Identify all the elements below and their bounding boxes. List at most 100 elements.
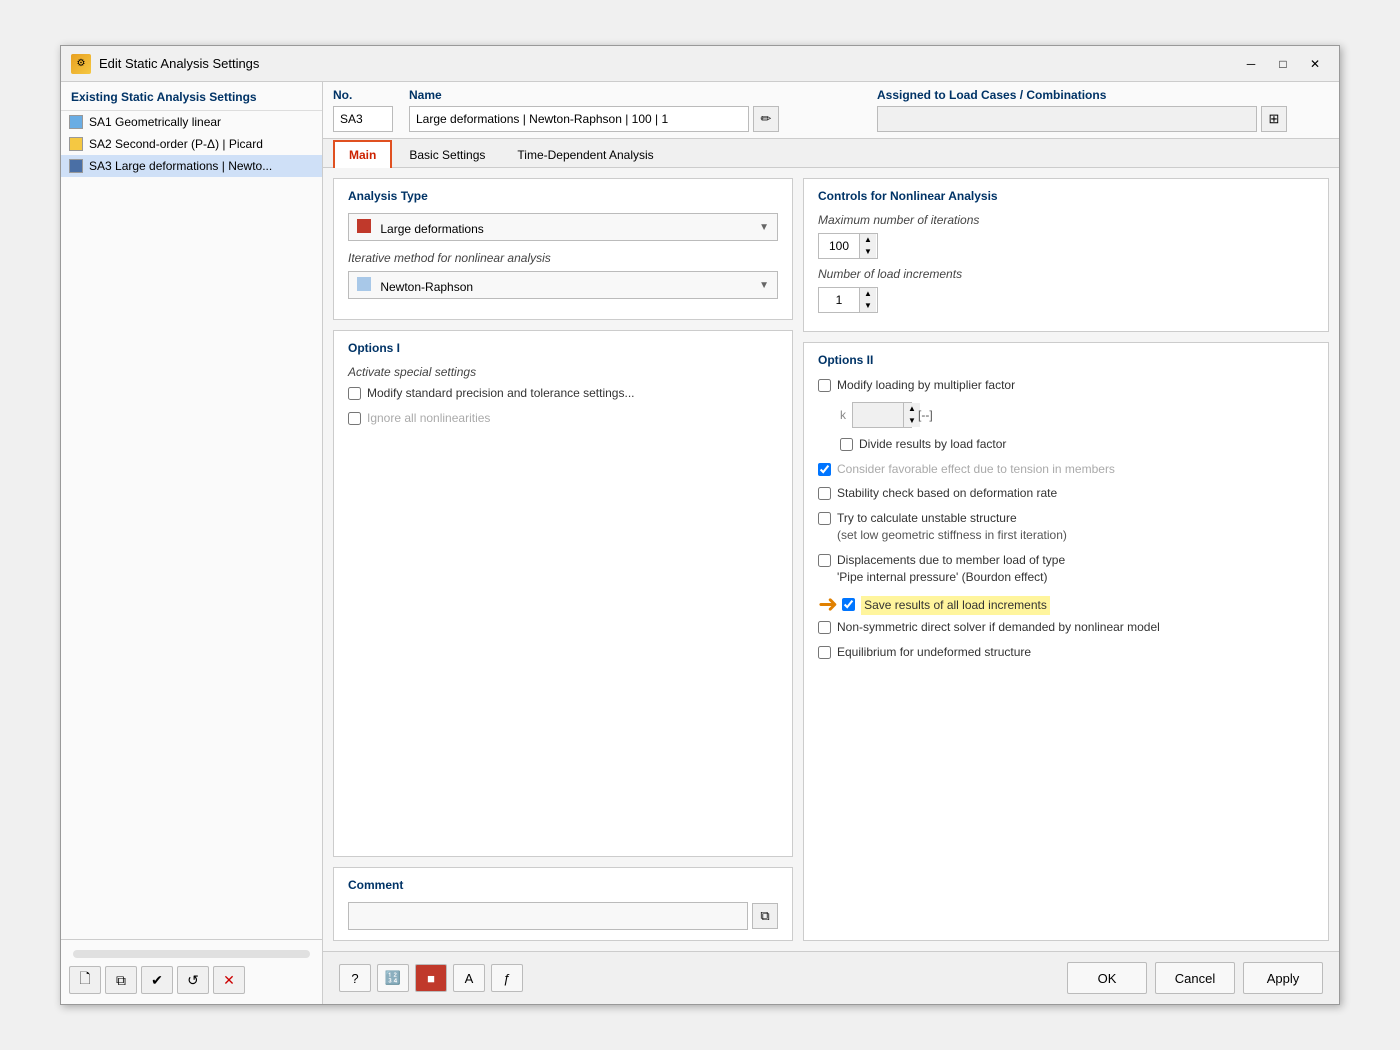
comment-input[interactable] [348,902,748,930]
modify-loading-checkbox[interactable] [818,379,831,392]
no-input[interactable] [333,106,393,132]
tab-main[interactable]: Main [333,140,392,168]
sa1-color-indicator [69,115,83,129]
iterative-dropdown-row: Newton-Raphson ▼ [348,271,778,299]
param-button[interactable]: A [453,964,485,992]
app-icon: ⚙ [71,54,91,74]
num-increments-down-button[interactable]: ▼ [860,300,876,312]
equilibrium-checkbox[interactable] [818,646,831,659]
help-button[interactable]: ? [339,964,371,992]
max-iterations-down-button[interactable]: ▼ [860,246,876,258]
sidebar-item-label-sa2: SA2 Second-order (P-Δ) | Picard [89,137,263,151]
k-unit: [--] [918,408,933,422]
k-input[interactable] [853,406,903,424]
formula-button[interactable]: ƒ [491,964,523,992]
favorable-checkbox[interactable] [818,463,831,476]
k-spinbox[interactable]: ▲ ▼ [852,402,912,428]
right-panel: No. Name ✏ Assigned to Load Cases / Comb… [323,82,1339,1004]
num-increments-spinbox-btns: ▲ ▼ [859,288,876,312]
apply-button[interactable]: Apply [1243,962,1323,994]
minimize-button[interactable]: ─ [1237,52,1265,76]
stability-checkbox[interactable] [818,487,831,500]
refresh-button[interactable]: ↺ [177,966,209,994]
analysis-type-color-indicator [357,219,371,233]
edit-name-button[interactable]: ✏ [753,106,779,132]
analysis-type-panel: Analysis Type Large deformations ▼ Itera… [333,178,793,320]
num-increments-spinbox[interactable]: ▲ ▼ [818,287,878,313]
footer-tools: ? 🔢 ■ A ƒ [339,964,523,992]
options2-panel: Options II Modify loading by multiplier … [803,342,1329,941]
equilibrium-row: Equilibrium for undeformed structure [818,644,1314,661]
new-item-button[interactable]: 🗋 [69,966,101,994]
no-label: No. [333,88,393,102]
controls-title: Controls for Nonlinear Analysis [818,189,1314,203]
calc-button[interactable]: 🔢 [377,964,409,992]
max-iterations-spinbox-btns: ▲ ▼ [859,234,876,258]
name-label: Name [409,88,861,102]
maximize-button[interactable]: □ [1269,52,1297,76]
sidebar-item-sa2[interactable]: SA2 Second-order (P-Δ) | Picard [61,133,322,155]
analysis-type-dropdown-row: Large deformations ▼ [348,213,778,241]
ignore-row: Ignore all nonlinearities [348,410,778,427]
window-title: Edit Static Analysis Settings [99,56,259,71]
k-label: k [840,408,846,422]
title-bar: ⚙ Edit Static Analysis Settings ─ □ ✕ [61,46,1339,82]
max-iterations-row: ▲ ▼ [818,233,1314,259]
delete-button[interactable]: ✕ [213,966,245,994]
name-group: Name ✏ [409,88,861,132]
analysis-type-dropdown[interactable]: Large deformations ▼ [348,213,778,241]
info-button[interactable]: ■ [415,964,447,992]
main-window: ⚙ Edit Static Analysis Settings ─ □ ✕ Ex… [60,45,1340,1005]
check-button[interactable]: ✔ [141,966,173,994]
assigned-group: Assigned to Load Cases / Combinations ⊞ [877,88,1329,132]
try-calculate-checkbox[interactable] [818,512,831,525]
activate-label: Activate special settings [348,365,778,379]
max-iterations-spinbox[interactable]: ▲ ▼ [818,233,878,259]
tab-basic[interactable]: Basic Settings [394,141,500,168]
footer: ? 🔢 ■ A ƒ OK Cancel Apply [323,951,1339,1004]
name-input-row: ✏ [409,106,861,132]
divide-results-checkbox[interactable] [840,438,853,451]
orange-arrow-icon: ➜ [818,593,838,617]
sidebar-item-label-sa1: SA1 Geometrically linear [89,115,221,129]
assigned-label: Assigned to Load Cases / Combinations [877,88,1329,102]
iterative-label: Iterative method for nonlinear analysis [348,251,778,265]
iterative-value: Newton-Raphson [357,277,473,294]
cancel-button[interactable]: Cancel [1155,962,1235,994]
comment-browse-button[interactable]: ⧉ [752,903,778,929]
max-iterations-up-button[interactable]: ▲ [860,234,876,246]
num-increments-input[interactable] [819,291,859,309]
no-group: No. [333,88,393,132]
sidebar-scrollbar[interactable] [73,950,310,958]
ignore-checkbox[interactable] [348,412,361,425]
copy-item-button[interactable]: ⧉ [105,966,137,994]
stability-label: Stability check based on deformation rat… [837,485,1057,502]
close-button[interactable]: ✕ [1301,52,1329,76]
equilibrium-label: Equilibrium for undeformed structure [837,644,1031,661]
top-form: No. Name ✏ Assigned to Load Cases / Comb… [323,82,1339,139]
iterative-dropdown[interactable]: Newton-Raphson ▼ [348,271,778,299]
sidebar-item-sa3[interactable]: SA3 Large deformations | Newto... [61,155,322,177]
assigned-row: ⊞ [877,106,1329,132]
nonsymmetric-row: Non-symmetric direct solver if demanded … [818,619,1314,636]
title-controls: ─ □ ✕ [1237,52,1329,76]
modify-precision-checkbox[interactable] [348,387,361,400]
sa2-color-indicator [69,137,83,151]
panels-row: Analysis Type Large deformations ▼ Itera… [323,168,1339,951]
sidebar-item-sa1[interactable]: SA1 Geometrically linear [61,111,322,133]
assigned-browse-button[interactable]: ⊞ [1261,106,1287,132]
modify-precision-label: Modify standard precision and tolerance … [367,385,634,402]
comment-panel: Comment ⧉ [333,867,793,941]
options1-panel: Options I Activate special settings Modi… [333,330,793,857]
nonsymmetric-checkbox[interactable] [818,621,831,634]
displacements-checkbox[interactable] [818,554,831,567]
num-increments-up-button[interactable]: ▲ [860,288,876,300]
tab-timedep[interactable]: Time-Dependent Analysis [502,141,668,168]
save-results-checkbox[interactable] [842,598,855,611]
name-input[interactable] [409,106,749,132]
modify-loading-label: Modify loading by multiplier factor [837,377,1015,394]
num-increments-label: Number of load increments [818,267,1314,281]
ok-button[interactable]: OK [1067,962,1147,994]
max-iterations-input[interactable] [819,237,859,255]
assigned-input [877,106,1257,132]
